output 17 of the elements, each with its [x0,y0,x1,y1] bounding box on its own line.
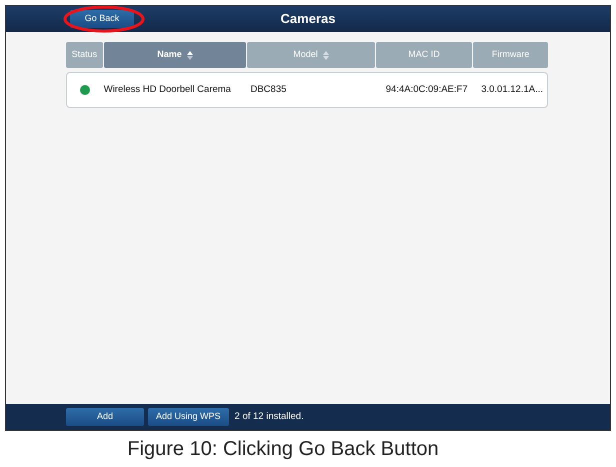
install-count: 2 of 12 installed. [234,410,304,424]
go-back-button[interactable]: Go Back [70,10,134,28]
sort-icon [186,50,193,60]
figure-caption: Figure 10: Clicking Go Back Button [126,437,440,462]
column-header[interactable]: MAC ID [376,42,472,68]
screen-title: Cameras [280,11,336,26]
table-cell-text: 3.0.01.12.1A... [481,82,543,97]
table-cell-text: 94:4A:0C:09:AE:F7 [386,82,468,97]
column-header[interactable]: Model [247,42,375,68]
sort-icon [322,50,329,60]
table-cell-text: Wireless HD Doorbell Carema [104,82,231,97]
table-cell-text: DBC835 [250,82,286,97]
add-button[interactable]: Add [66,408,144,426]
add-wps-button[interactable]: Add Using WPS [148,408,229,426]
column-header[interactable]: Status [66,42,103,68]
column-header[interactable]: Firmware [473,42,548,68]
column-header[interactable]: Name [104,42,246,68]
